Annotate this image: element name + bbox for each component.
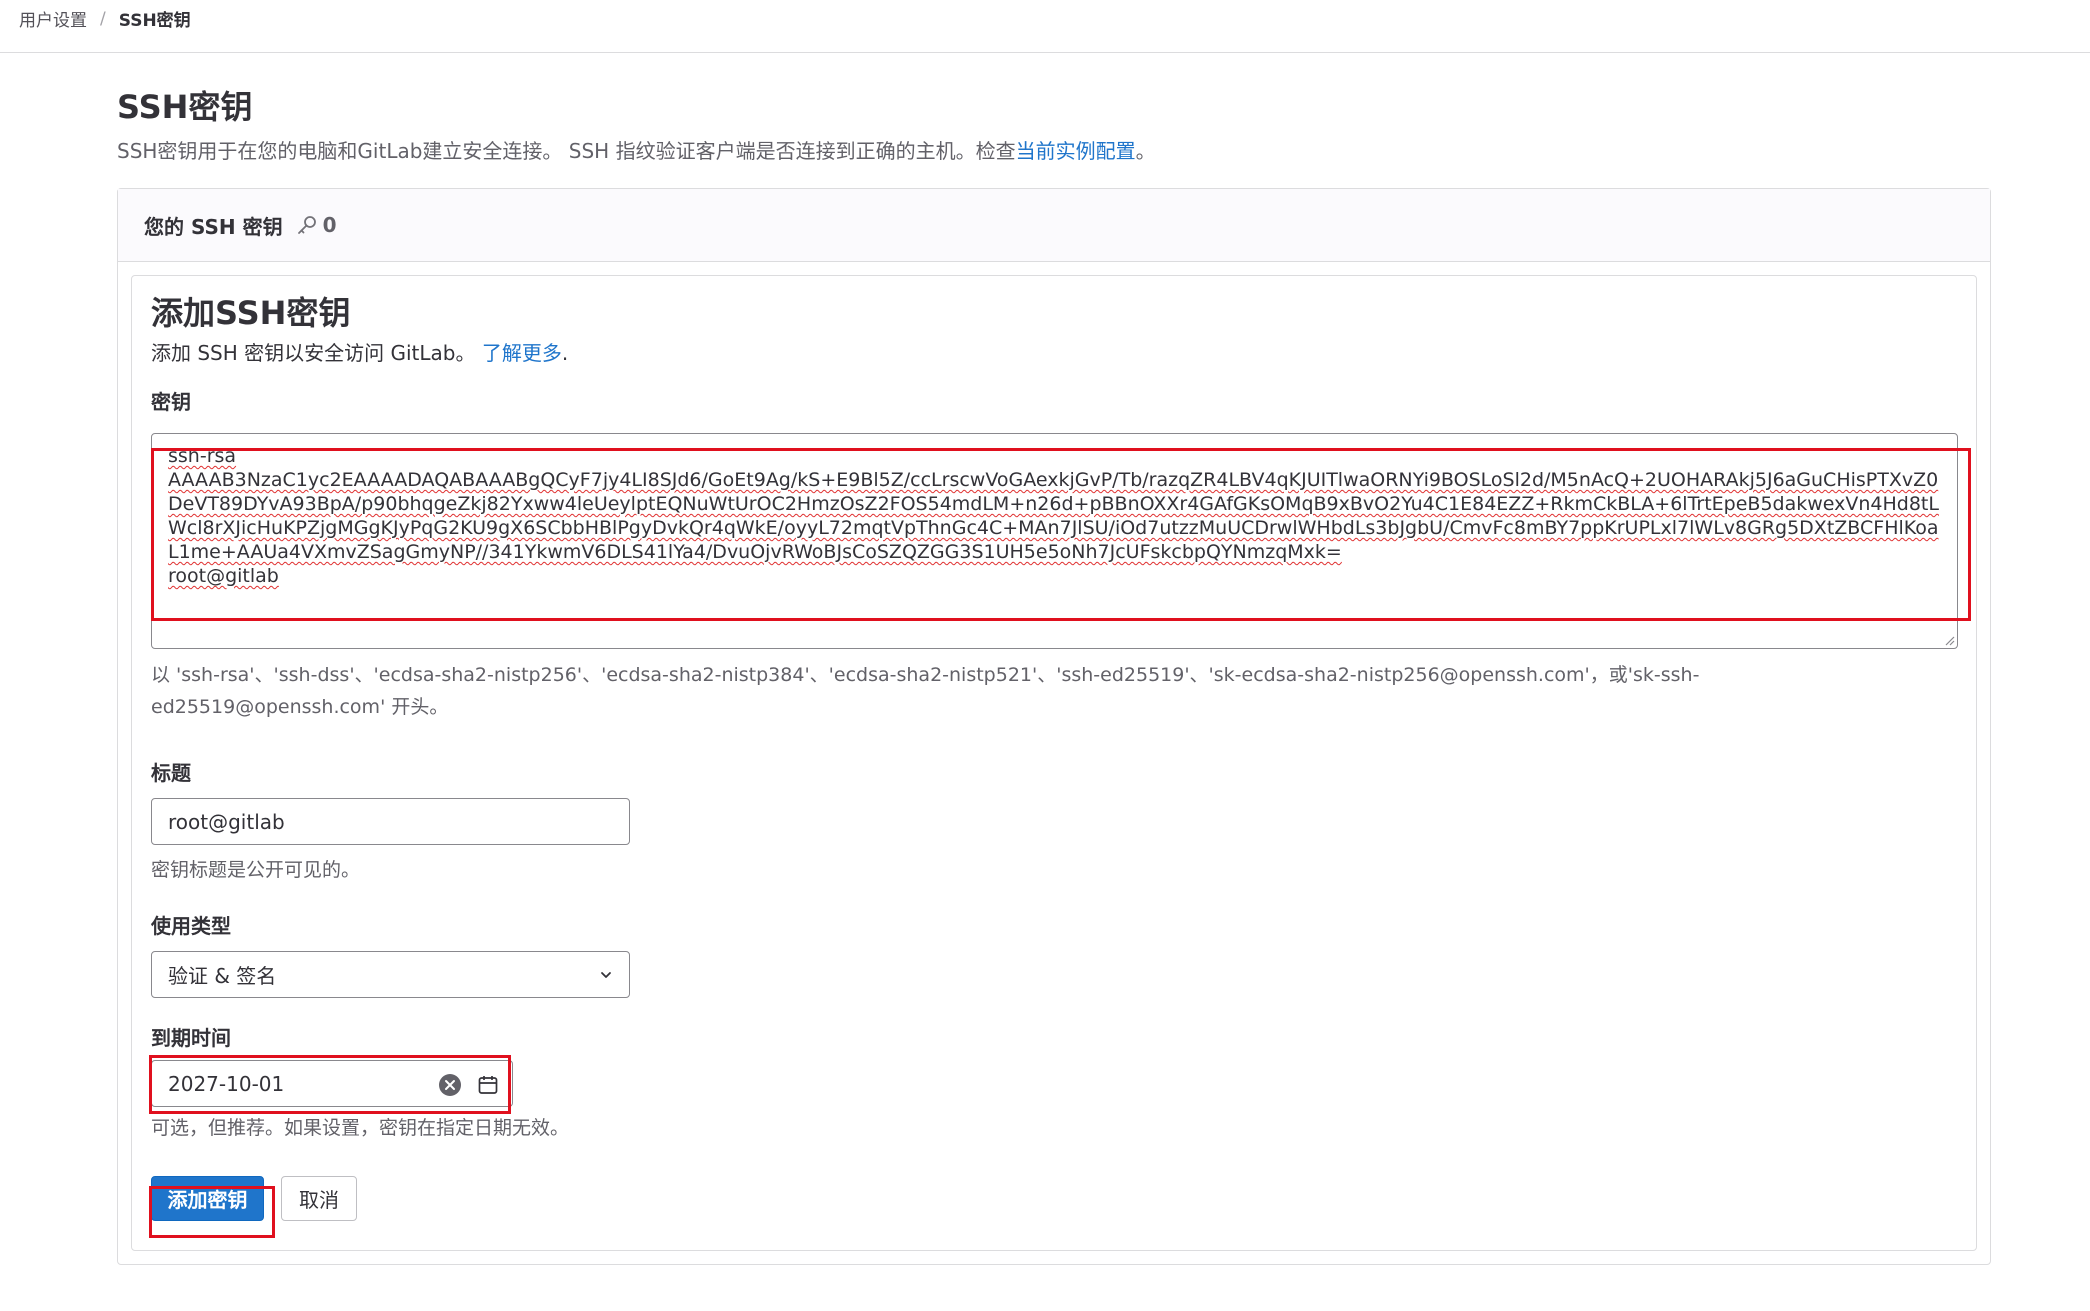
resize-grip-icon[interactable] <box>1943 634 1955 646</box>
expires-label: 到期时间 <box>151 1026 231 1050</box>
add-key-button[interactable]: 添加密钥 <box>151 1176 264 1221</box>
page-title: SSH密钥 <box>117 88 253 126</box>
key-comment-text: root@gitlab <box>168 565 279 587</box>
key-body-text: AAAAB3NzaC1yc2EAAAADAQABAAABgQCyF7jy4LI8… <box>168 469 1939 563</box>
add-ssh-key-form: 添加SSH密钥 添加 SSH 密钥以安全访问 GitLab。 了解更多. 密钥 … <box>131 275 1977 1251</box>
card-header: 您的 SSH 密钥 0 <box>118 189 1990 262</box>
breadcrumb-user-settings[interactable]: 用户设置 <box>19 6 87 31</box>
instance-config-link[interactable]: 当前实例配置 <box>1016 139 1136 163</box>
card-header-title: 您的 SSH 密钥 <box>144 214 283 239</box>
title-label: 标题 <box>151 761 191 785</box>
breadcrumb-current[interactable]: SSH密钥 <box>119 6 191 31</box>
key-count: 0 <box>322 213 337 237</box>
key-comment-line: root@gitlab <box>168 564 1941 588</box>
form-description-text: 添加 SSH 密钥以安全访问 GitLab。 <box>151 341 482 365</box>
usage-type-value: 验证 & 签名 <box>168 964 277 988</box>
form-description-end: . <box>561 341 569 365</box>
expires-date-value: 2027-10-01 <box>168 1071 285 1096</box>
key-body-line: AAAAB3NzaC1yc2EAAAADAQABAAABgQCyF7jy4LI8… <box>168 468 1941 564</box>
title-input[interactable]: root@gitlab <box>151 798 630 845</box>
expires-date-input[interactable]: 2027-10-01 <box>151 1060 513 1107</box>
expires-help-text: 可选，但推荐。如果设置，密钥在指定日期无效。 <box>151 1117 570 1139</box>
chevron-down-icon <box>601 972 611 978</box>
key-type-line: ssh-rsa <box>168 444 1941 468</box>
form-description: 添加 SSH 密钥以安全访问 GitLab。 了解更多. <box>151 337 568 366</box>
learn-more-link[interactable]: 了解更多 <box>482 341 562 365</box>
calendar-icon[interactable] <box>476 1073 500 1097</box>
key-label: 密钥 <box>151 390 191 414</box>
usage-type-select[interactable]: 验证 & 签名 <box>151 951 630 998</box>
clear-circle-icon[interactable] <box>438 1073 462 1097</box>
page-description: SSH密钥用于在您的电脑和GitLab建立安全连接。 SSH 指纹验证客户端是否… <box>117 135 1156 164</box>
key-type-text: ssh-rsa <box>168 445 237 467</box>
title-input-value: root@gitlab <box>168 809 285 834</box>
breadcrumb-separator: / <box>100 8 106 29</box>
cancel-button[interactable]: 取消 <box>281 1176 357 1221</box>
key-textarea[interactable]: ssh-rsa AAAAB3NzaC1yc2EAAAADAQABAAABgQCy… <box>151 433 1958 649</box>
page-description-text: SSH密钥用于在您的电脑和GitLab建立安全连接。 SSH 指纹验证客户端是否… <box>117 139 1016 163</box>
page-description-end: 。 <box>1135 139 1156 163</box>
form-title: 添加SSH密钥 <box>151 294 351 332</box>
title-help-text: 密钥标题是公开可见的。 <box>151 859 361 881</box>
key-icon <box>297 216 316 234</box>
usage-type-label: 使用类型 <box>151 914 231 938</box>
top-bar: 用户设置 / SSH密钥 <box>0 0 2090 53</box>
breadcrumb: 用户设置 / SSH密钥 <box>19 6 191 32</box>
ssh-keys-card: 您的 SSH 密钥 0 添加SSH密钥 添加 SSH 密钥以安全访问 GitLa… <box>117 188 1991 1265</box>
key-help-text: 以 'ssh-rsa'、'ssh-dss'、'ecdsa-sha2-nistp2… <box>151 664 1700 718</box>
